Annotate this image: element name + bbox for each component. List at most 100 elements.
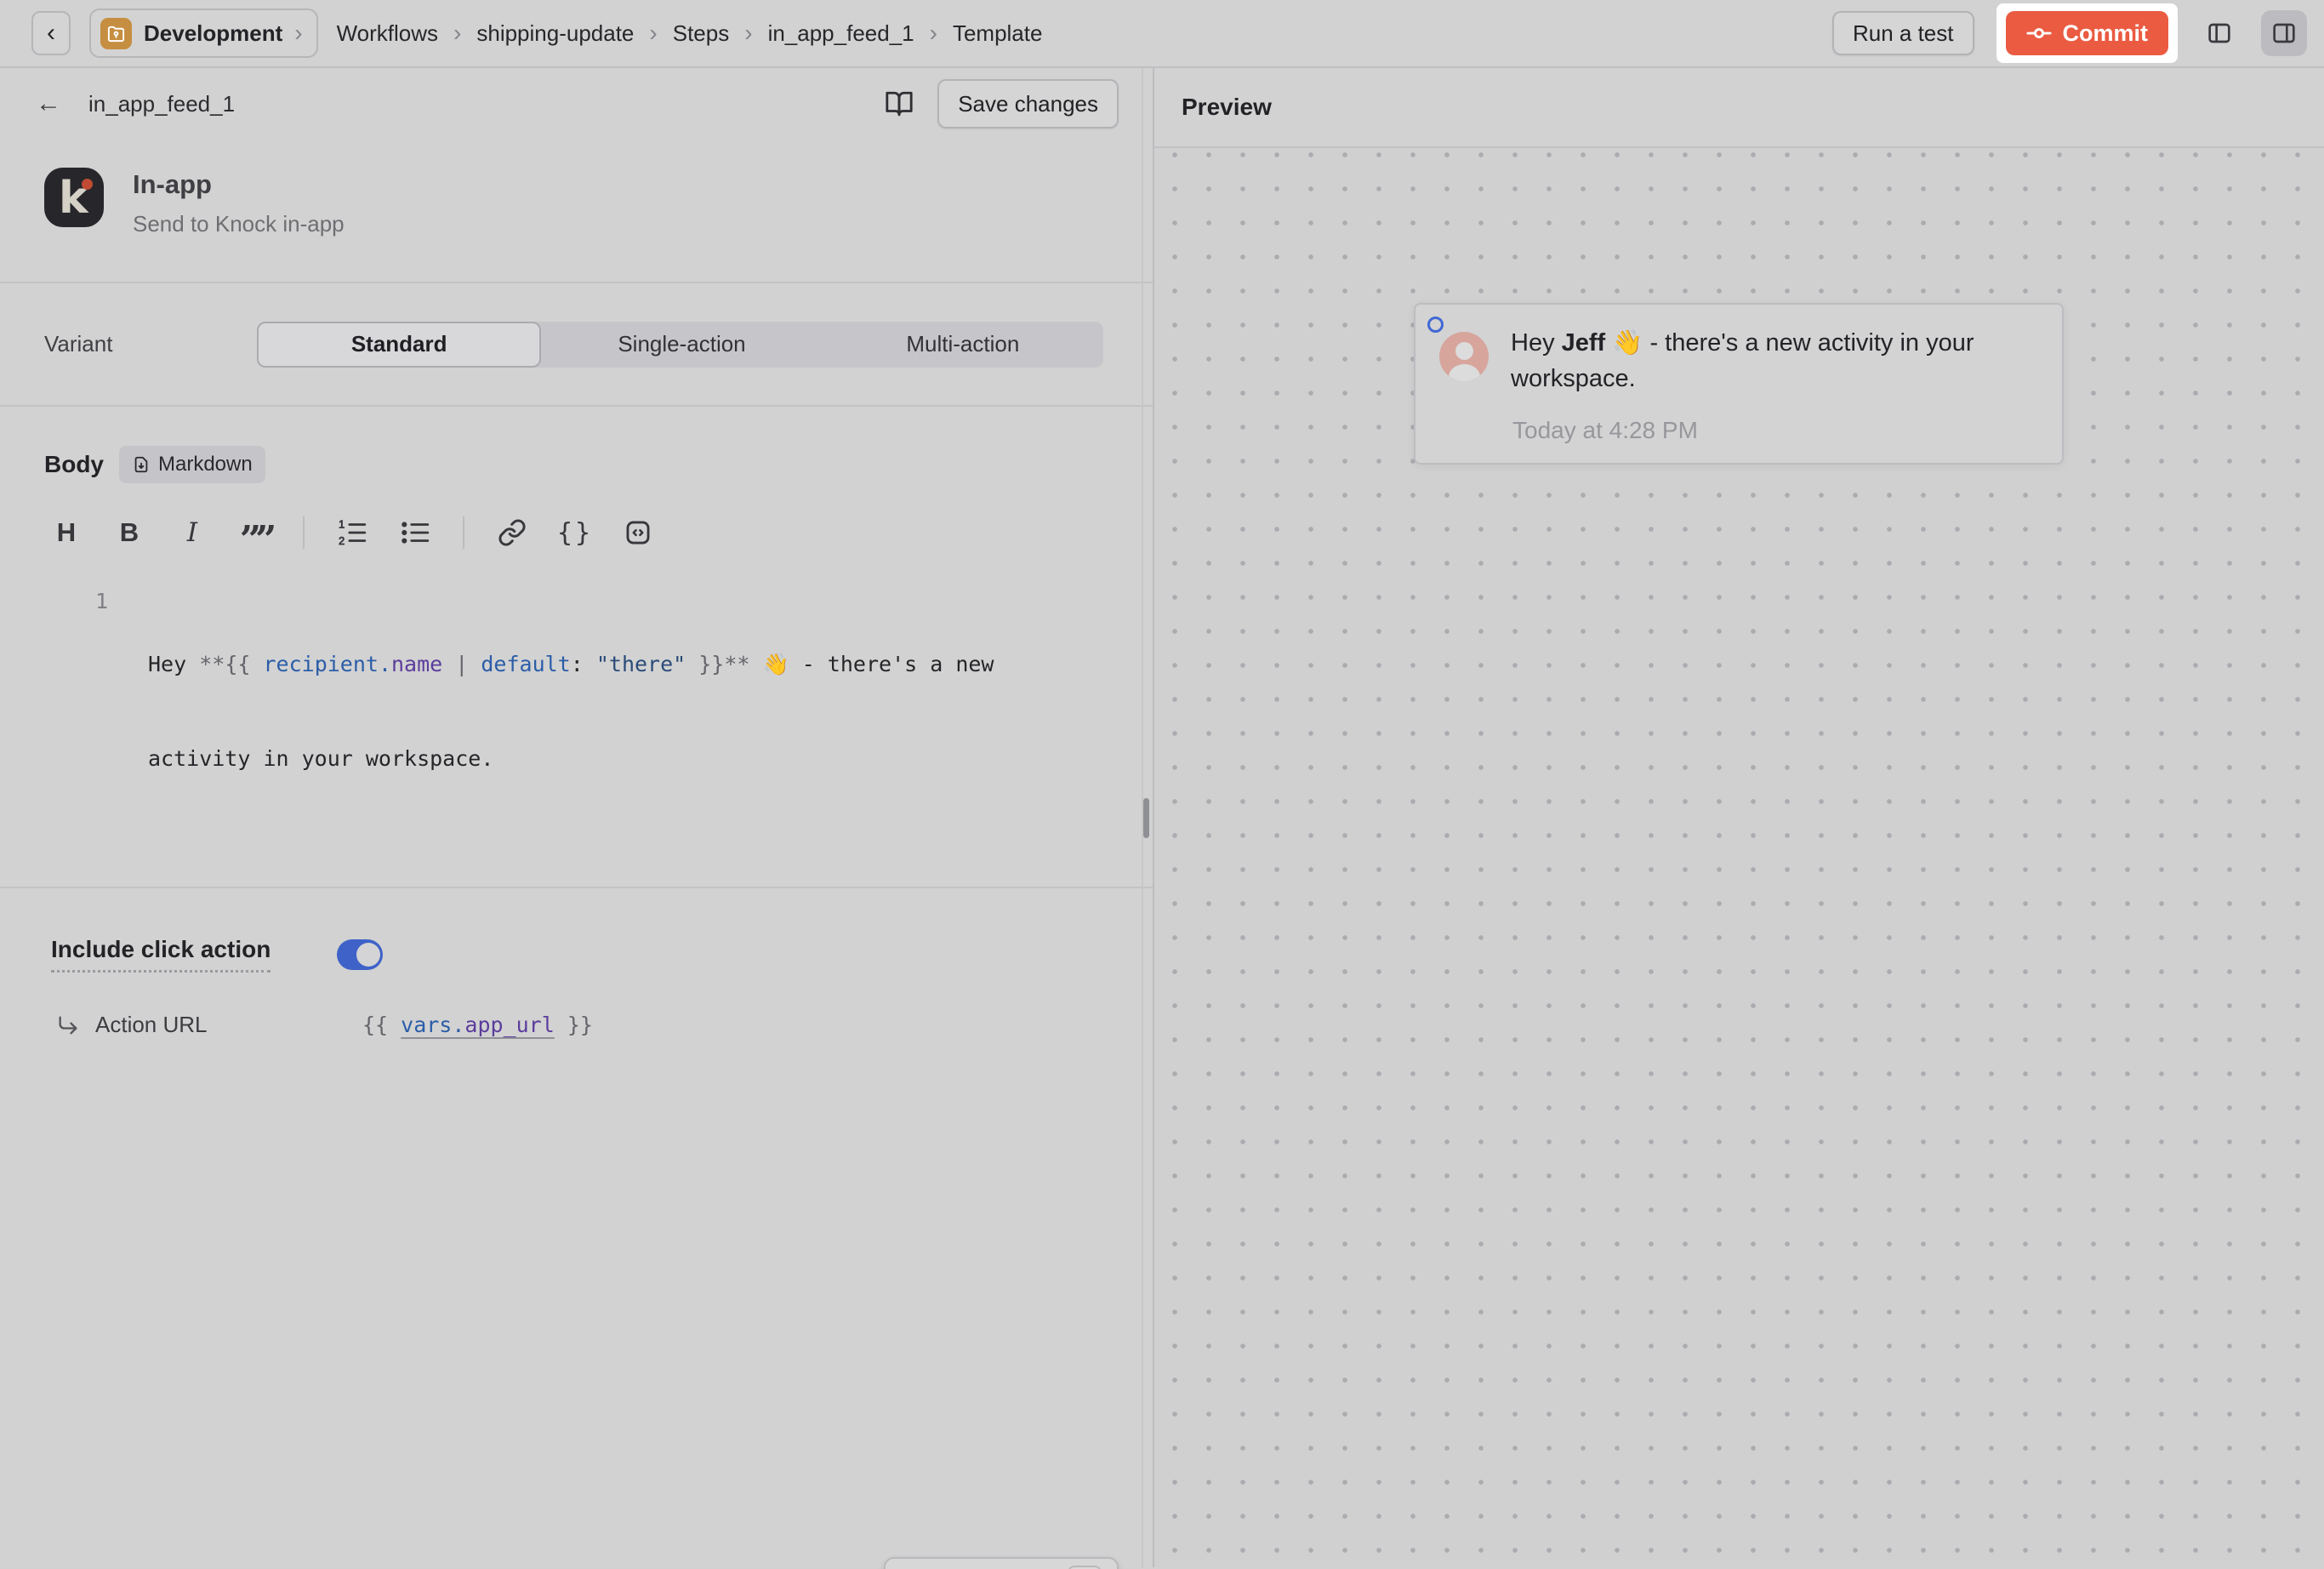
template-editor-panel: ← in_app_feed_1 Save changes k bbox=[0, 68, 1154, 1567]
breadcrumb-item-steps[interactable]: Steps bbox=[673, 20, 730, 47]
code-row: Hey **{{ recipient.name | default: "ther… bbox=[148, 648, 1050, 680]
toggle-left-panel-button[interactable] bbox=[2196, 10, 2242, 56]
quote-button[interactable]: ”” bbox=[240, 516, 271, 550]
knock-logo-dot bbox=[82, 179, 93, 190]
formatting-toolbar: H B I ”” 1 2 bbox=[44, 516, 1153, 550]
variant-option-single-action[interactable]: Single-action bbox=[541, 322, 822, 368]
chevron-right-icon: › bbox=[744, 21, 752, 45]
chevron-right-icon: › bbox=[649, 21, 657, 45]
svg-text:2: 2 bbox=[339, 535, 345, 547]
run-a-test-button[interactable]: Run a test bbox=[1832, 11, 1974, 55]
markdown-badge[interactable]: Markdown bbox=[119, 446, 265, 483]
commit-label: Commit bbox=[2063, 20, 2149, 47]
sidebar-right-icon bbox=[2270, 20, 2298, 47]
main-split: ← in_app_feed_1 Save changes k bbox=[0, 68, 2324, 1567]
step-name: in_app_feed_1 bbox=[88, 91, 235, 117]
text-segment: Jeff bbox=[1562, 329, 1606, 357]
environment-name: Development bbox=[144, 20, 282, 47]
back-button[interactable]: ‹ bbox=[31, 11, 71, 55]
commit-highlight: Commit bbox=[1996, 3, 2179, 63]
unordered-list-button[interactable] bbox=[400, 516, 430, 550]
body-label: Body bbox=[44, 451, 104, 478]
text-segment: Hey bbox=[148, 652, 199, 676]
notification-message: Hey Jeff 👋 - there's a new activity in y… bbox=[1511, 325, 2040, 397]
git-commit-icon bbox=[2026, 20, 2052, 46]
link-button[interactable] bbox=[497, 516, 527, 550]
text-segment: | bbox=[442, 652, 481, 676]
breadcrumb-item-shipping-update[interactable]: shipping-update bbox=[476, 20, 634, 47]
body-code-editor[interactable]: 1 Hey **{{ recipient.name | default: "th… bbox=[44, 585, 1153, 887]
back-to-steps-button[interactable]: ← bbox=[36, 89, 61, 118]
preview-canvas: Hey Jeff 👋 - there's a new activity in y… bbox=[1154, 148, 2324, 1567]
channel-subtitle: Send to Knock in-app bbox=[133, 211, 345, 237]
text-segment: }}** bbox=[686, 652, 762, 676]
heading-button[interactable]: H bbox=[51, 516, 82, 550]
text-segment: Hey bbox=[1511, 329, 1562, 357]
scrollbar-thumb[interactable] bbox=[1143, 798, 1149, 838]
breadcrumb-item-in_app_feed_1[interactable]: in_app_feed_1 bbox=[768, 20, 914, 47]
text-segment: vars. bbox=[401, 1013, 464, 1037]
variables-button[interactable]: {} bbox=[560, 516, 590, 550]
variant-label: Variant bbox=[44, 331, 257, 357]
book-open-icon bbox=[885, 89, 914, 118]
unread-indicator bbox=[1427, 317, 1444, 333]
text-segment: - there's a new bbox=[789, 652, 994, 676]
text-segment: }} bbox=[555, 1013, 593, 1037]
text-segment: app_url bbox=[464, 1013, 554, 1037]
docs-button[interactable] bbox=[885, 89, 914, 118]
ordered-list-button[interactable]: 1 2 bbox=[337, 516, 367, 550]
chevron-right-icon: › bbox=[453, 21, 461, 45]
chevron-left-icon: ‹ bbox=[47, 20, 55, 46]
notification-card[interactable]: Hey Jeff 👋 - there's a new activity in y… bbox=[1414, 303, 2064, 465]
variant-option-multi-action[interactable]: Multi-action bbox=[823, 322, 1103, 368]
environment-selector[interactable]: Development › bbox=[89, 9, 318, 58]
text-segment: recipient. bbox=[263, 652, 391, 676]
click-action-section: Include click action Action URL {{ vars.… bbox=[0, 888, 1153, 1038]
text-segment: default bbox=[481, 652, 570, 676]
text-segment: {{ bbox=[362, 1013, 401, 1037]
corner-down-right-icon bbox=[56, 1013, 80, 1037]
keyboard-shortcut-badge: K bbox=[1068, 1566, 1102, 1569]
variant-option-standard[interactable]: Standard bbox=[257, 322, 541, 368]
text-segment: "there" bbox=[596, 652, 686, 676]
toolbar-separator bbox=[463, 516, 464, 549]
text-segment: 👋 bbox=[1612, 329, 1643, 357]
variant-section: Variant StandardSingle-actionMulti-actio… bbox=[0, 283, 1153, 405]
toggle-right-panel-button[interactable] bbox=[2261, 10, 2307, 56]
arrow-left-icon: ← bbox=[36, 89, 61, 118]
toggle-controls-button[interactable]: Toggle controls K bbox=[884, 1557, 1119, 1569]
code-block-button[interactable] bbox=[623, 516, 653, 550]
knock-dashboard: ‹ Development › Workflows › shipping-updat… bbox=[0, 0, 2324, 1569]
italic-button[interactable]: I bbox=[177, 516, 208, 550]
markdown-file-icon bbox=[132, 454, 151, 475]
channel-title: In-app bbox=[133, 169, 345, 200]
chevron-right-icon: › bbox=[294, 21, 302, 45]
breadcrumb: Workflows › shipping-update › Steps › in_app_f… bbox=[337, 20, 1043, 47]
code-row: activity in your workspace. bbox=[148, 743, 1050, 774]
chevron-right-icon: › bbox=[930, 21, 937, 45]
bold-button[interactable]: B bbox=[114, 516, 145, 550]
action-url-value[interactable]: {{ vars.app_url }} bbox=[362, 1013, 593, 1037]
text-segment: **{{ bbox=[199, 652, 263, 676]
environment-folder-icon bbox=[100, 18, 132, 49]
preview-panel: Preview Hey Jeff 👋 - there's a new activ… bbox=[1154, 68, 2324, 1567]
action-url-label: Action URL bbox=[95, 1012, 240, 1038]
variant-segmented: StandardSingle-actionMulti-action bbox=[257, 322, 1103, 368]
notification-timestamp: Today at 4:28 PM bbox=[1512, 417, 1698, 444]
text-segment: 👋 bbox=[763, 652, 789, 676]
avatar bbox=[1439, 332, 1489, 381]
channel-header: k In-app Send to Knock in-app bbox=[0, 140, 1153, 282]
breadcrumb-item-workflows[interactable]: Workflows bbox=[337, 20, 438, 47]
top-bar: ‹ Development › Workflows › shipping-updat… bbox=[0, 0, 2324, 68]
commit-button[interactable]: Commit bbox=[2006, 11, 2169, 55]
editor-panel-header: ← in_app_feed_1 Save changes bbox=[0, 68, 1153, 140]
svg-text:1: 1 bbox=[339, 519, 345, 531]
knock-logo: k bbox=[44, 168, 104, 227]
toolbar-separator bbox=[303, 516, 305, 549]
code-content: Hey **{{ recipient.name | default: "ther… bbox=[148, 585, 1050, 837]
include-click-action-label: Include click action bbox=[51, 936, 271, 973]
breadcrumb-item-template[interactable]: Template bbox=[953, 20, 1043, 47]
save-changes-button[interactable]: Save changes bbox=[937, 79, 1119, 128]
include-click-action-toggle[interactable] bbox=[337, 939, 383, 970]
line-number: 1 bbox=[44, 585, 108, 837]
